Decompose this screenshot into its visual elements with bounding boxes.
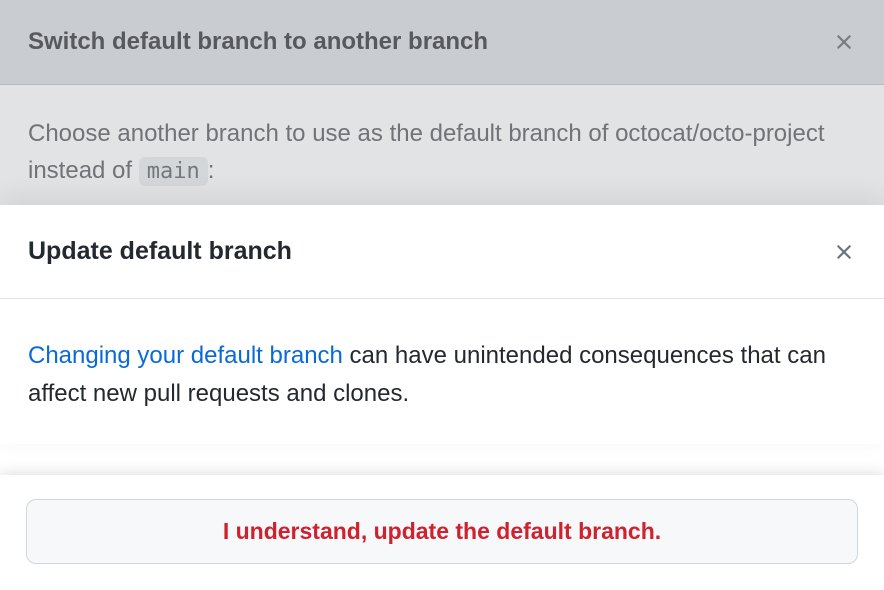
close-icon: [832, 30, 856, 54]
branch-name-code: main: [139, 157, 208, 186]
confirm-update-button[interactable]: I understand, update the default branch.: [26, 499, 858, 564]
background-switch-branch-modal: Switch default branch to another branch …: [0, 0, 884, 229]
modal-title: Update default branch: [28, 237, 292, 266]
changing-default-branch-link[interactable]: Changing your default branch: [28, 342, 343, 369]
close-button[interactable]: [832, 240, 856, 264]
background-modal-title: Switch default branch to another branch: [28, 28, 488, 56]
background-body-suffix: :: [208, 157, 215, 184]
modal-body: Changing your default branch can have un…: [0, 299, 884, 444]
modal-warning-text: Changing your default branch can have un…: [28, 337, 856, 414]
modal-header: Update default branch: [0, 205, 884, 299]
close-icon: [832, 240, 856, 264]
update-default-branch-modal: Update default branch Changing your defa…: [0, 205, 884, 444]
confirm-area: I understand, update the default branch.: [0, 475, 884, 590]
background-close-button[interactable]: [832, 30, 856, 54]
background-modal-text: Choose another branch to use as the defa…: [28, 115, 856, 189]
background-modal-header: Switch default branch to another branch: [0, 0, 884, 85]
